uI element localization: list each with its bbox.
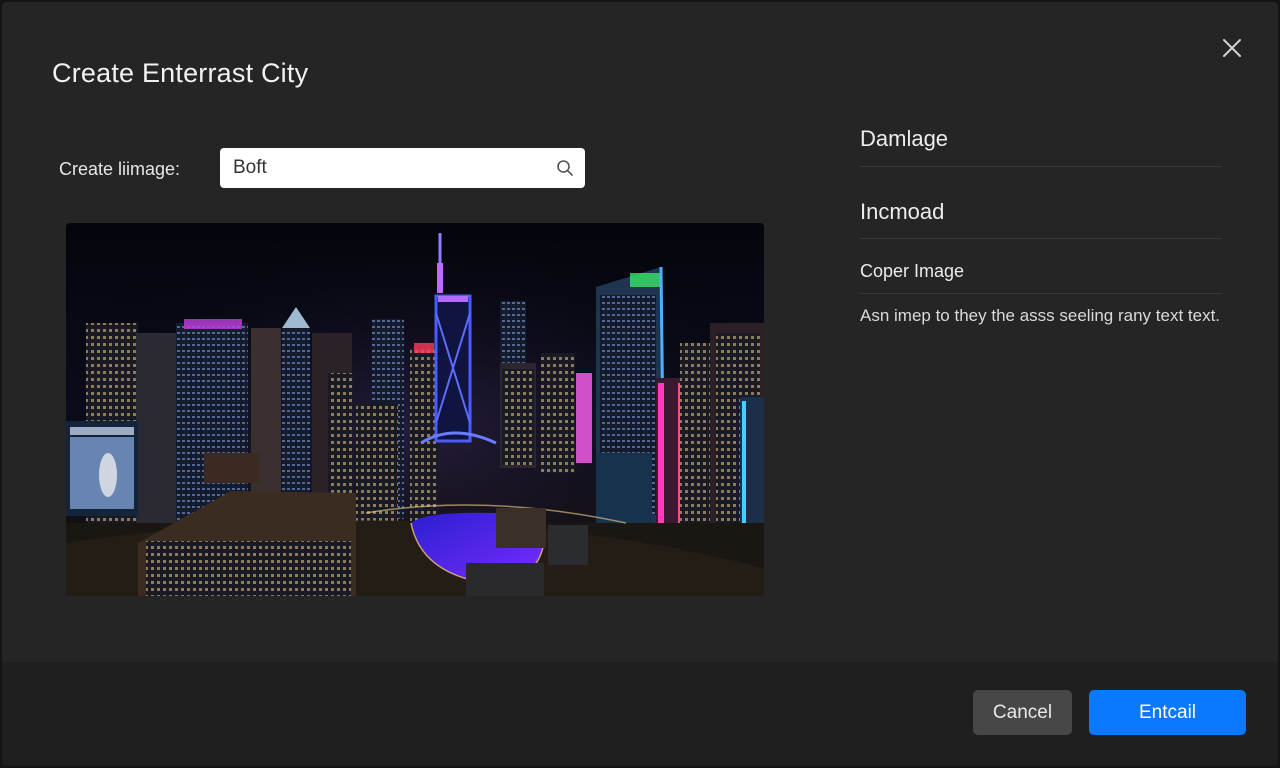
sidebar-item-incmoad[interactable]: Incmoad: [860, 199, 944, 225]
sidebar-divider: [860, 293, 1222, 294]
close-button[interactable]: [1218, 34, 1246, 62]
create-dialog: Create Enterrast City Create liimage: Bo…: [2, 2, 1278, 766]
sidebar-item-coper-image[interactable]: Coper Image: [860, 261, 964, 282]
dialog-title: Create Enterrast City: [52, 58, 309, 88]
close-icon: [1223, 39, 1241, 57]
sidebar-description: Asn imep to they the asss seeling rany t…: [860, 306, 1221, 325]
entcail-button[interactable]: Entcail: [1089, 690, 1246, 735]
sidebar-item-damlage[interactable]: Damlage: [860, 126, 948, 152]
cancel-button[interactable]: Cancel: [973, 690, 1072, 735]
dialog-footer: [2, 662, 1278, 766]
search-box[interactable]: [220, 148, 585, 188]
search-input[interactable]: [220, 148, 540, 188]
search-icon[interactable]: [556, 159, 574, 177]
sidebar-divider: [860, 238, 1222, 239]
city-image-preview: [66, 223, 764, 596]
create-image-label: Create liimage:: [59, 159, 181, 179]
sidebar-divider: [860, 166, 1222, 167]
night-city-skyline-image: [66, 223, 764, 596]
